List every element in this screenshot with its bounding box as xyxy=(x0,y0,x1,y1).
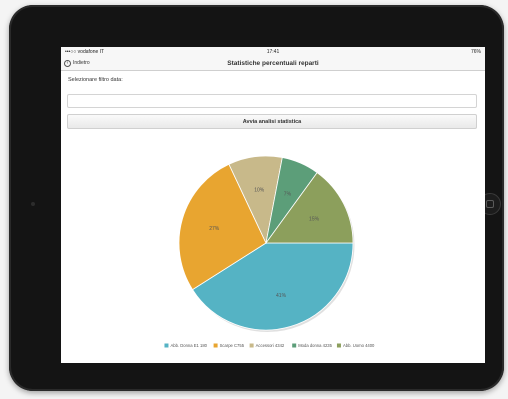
slice-label: 41% xyxy=(276,293,287,299)
legend-swatch xyxy=(213,343,218,348)
slice-label: 7% xyxy=(284,191,292,197)
screen: •••○○ vodafone IT 17:41 76% ‹ Indietro S… xyxy=(61,47,485,363)
legend-label: Moda donna 4235 xyxy=(298,343,332,348)
legend-label: Scarpe C755 xyxy=(220,343,245,348)
camera xyxy=(31,202,35,206)
slice-label: 27% xyxy=(209,226,220,232)
legend-swatch xyxy=(292,343,297,348)
legend-swatch xyxy=(164,343,169,348)
legend-label: Abb. Uomo 4400 xyxy=(343,343,375,348)
legend-swatch xyxy=(249,343,254,348)
legend-swatch xyxy=(336,343,341,348)
slice-label: 15% xyxy=(309,217,320,223)
tablet-frame: •••○○ vodafone IT 17:41 76% ‹ Indietro S… xyxy=(9,5,504,391)
legend-label: Accessori 4342 xyxy=(256,343,285,348)
pie-chart: 41% 27% 10% 7% 15% Abb. Donna E1 180 Scarpe C7… xyxy=(164,155,375,348)
slice-label: 10% xyxy=(254,187,265,193)
legend-label: Abb. Donna E1 180 xyxy=(170,343,207,348)
